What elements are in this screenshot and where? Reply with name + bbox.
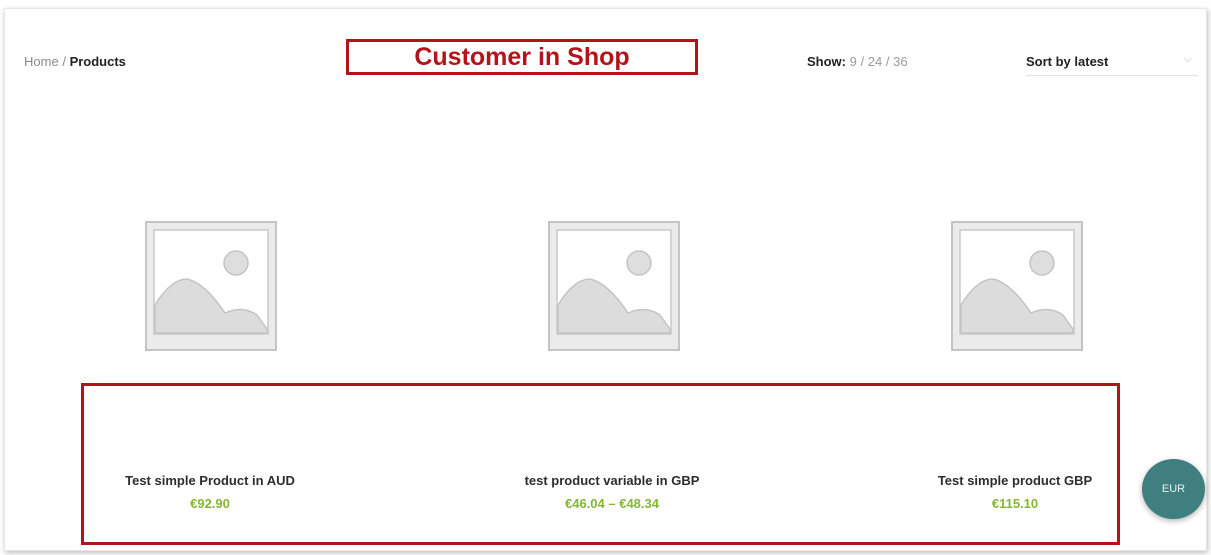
annotation-title: Customer in Shop <box>414 42 630 71</box>
product-image[interactable] <box>145 221 277 351</box>
currency-switcher-label: EUR <box>1161 483 1186 495</box>
annotation-highlight-box <box>81 383 1120 545</box>
sort-select[interactable]: Sort by latest ⌵ <box>1026 48 1198 76</box>
currency-switcher-button[interactable]: EUR <box>1142 459 1205 519</box>
annotation-title-box: Customer in Shop <box>346 39 698 75</box>
product-image[interactable] <box>548 221 680 351</box>
product-image[interactable] <box>951 221 1083 351</box>
breadcrumb-separator: / <box>62 54 66 69</box>
product-price: €46.04 – €48.34 <box>565 496 659 511</box>
product-title[interactable]: test product variable in GBP <box>452 473 772 488</box>
sort-select-value: Sort by latest <box>1026 54 1109 69</box>
breadcrumb-current: Products <box>69 54 126 69</box>
chevron-down-icon: ⌵ <box>1183 53 1192 65</box>
breadcrumb: Home / Products <box>24 54 126 69</box>
product-title[interactable]: Test simple product GBP <box>855 473 1175 488</box>
show-option-36[interactable]: 36 <box>893 54 907 69</box>
products-per-page: Show: 9 / 24 / 36 <box>807 54 908 69</box>
show-option-24[interactable]: 24 <box>868 54 882 69</box>
placeholder-image-icon <box>951 221 1083 351</box>
product-title[interactable]: Test simple Product in AUD <box>50 473 370 488</box>
show-label: Show <box>807 54 842 69</box>
product-price: €92.90 <box>190 496 230 511</box>
product-price: €115.10 <box>991 496 1039 511</box>
placeholder-image-icon <box>145 221 277 351</box>
placeholder-image-icon <box>548 221 680 351</box>
show-option-9[interactable]: 9 <box>850 54 857 69</box>
breadcrumb-home[interactable]: Home <box>24 54 59 69</box>
